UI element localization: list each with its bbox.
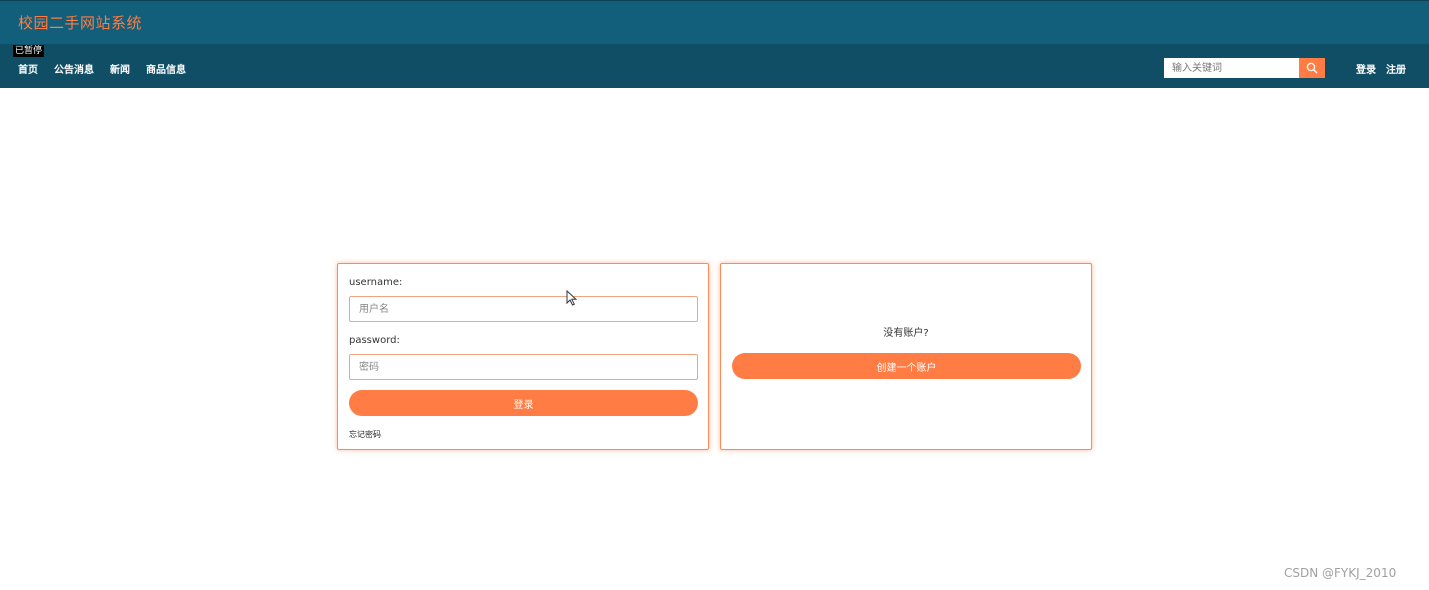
nav-links: 首页 公告消息 新闻 商品信息	[18, 61, 202, 76]
search-button[interactable]	[1299, 58, 1325, 78]
no-account-prompt: 没有账户?	[883, 328, 929, 339]
paused-indicator: 已暂停	[13, 45, 45, 57]
password-input[interactable]	[349, 354, 698, 380]
password-label: password:	[349, 335, 400, 346]
username-label: username:	[349, 277, 403, 288]
forgot-password-link[interactable]: 忘记密码	[349, 429, 381, 440]
login-card: username: password: 登录 忘记密码	[337, 263, 709, 450]
search-input[interactable]	[1164, 58, 1299, 78]
username-input[interactable]	[349, 296, 698, 322]
login-button[interactable]: 登录	[349, 390, 698, 416]
main-navbar: 已暂停 首页 公告消息 新闻 商品信息 登录 注册	[0, 44, 1429, 88]
mouse-cursor-icon	[566, 290, 577, 306]
create-account-button[interactable]: 创建一个账户	[732, 353, 1081, 379]
watermark: CSDN @FYKJ_2010	[1284, 566, 1397, 580]
nav-link-products[interactable]: 商品信息	[146, 61, 186, 76]
search-icon	[1306, 62, 1318, 74]
top-header: 校园二手网站系统	[0, 0, 1429, 44]
register-card: 没有账户? 创建一个账户	[720, 263, 1092, 450]
nav-link-news[interactable]: 新闻	[110, 61, 130, 76]
nav-link-announcements[interactable]: 公告消息	[54, 61, 94, 76]
nav-register-link[interactable]: 注册	[1386, 61, 1406, 76]
auth-links: 登录 注册	[1356, 61, 1416, 76]
site-title[interactable]: 校园二手网站系统	[18, 12, 142, 33]
nav-login-link[interactable]: 登录	[1356, 61, 1376, 76]
nav-link-home[interactable]: 首页	[18, 61, 38, 76]
